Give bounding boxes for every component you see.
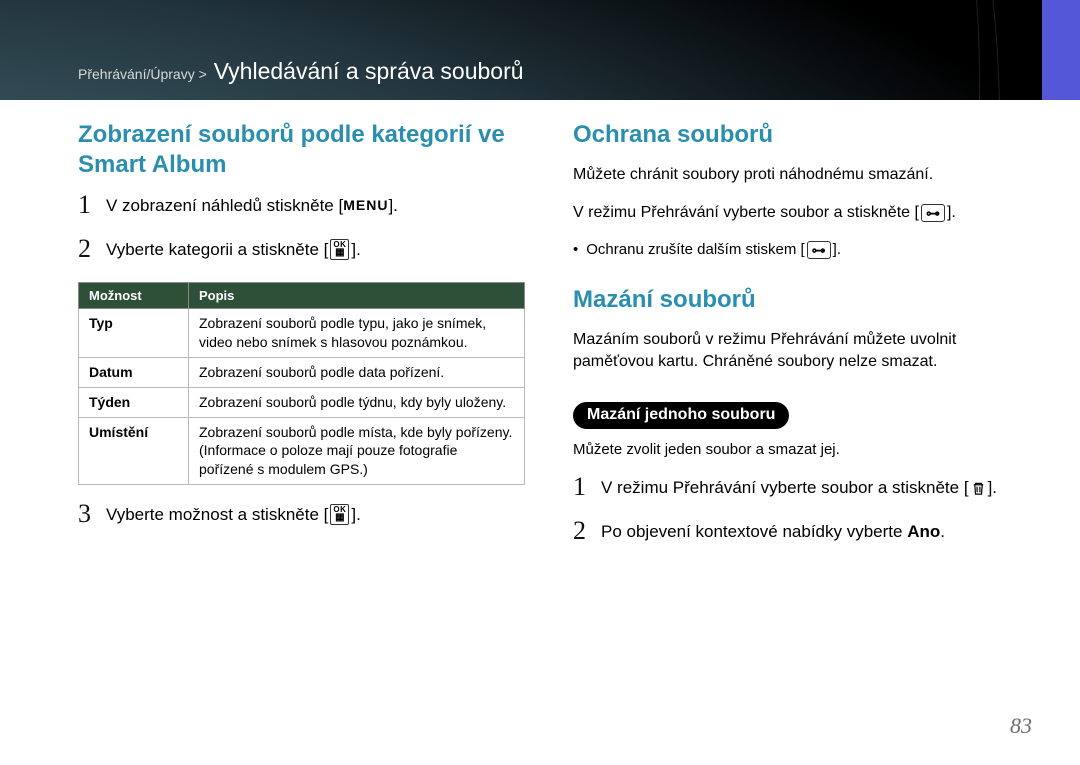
step-number: 3 [78, 501, 106, 527]
step-text: V režimu Přehrávání vyberte soubor a sti… [601, 476, 1020, 501]
step-number: 1 [573, 474, 601, 500]
step-number: 2 [78, 236, 106, 262]
table-header-row: Možnost Popis [79, 283, 525, 309]
key-lock-icon: ⊶ [807, 241, 831, 259]
opt-val: Zobrazení souborů podle místa, kde byly … [189, 417, 525, 485]
trash-icon [971, 481, 986, 496]
delete-description: Mazáním souborů v režimu Přehrávání může… [573, 329, 1020, 374]
step-number: 1 [78, 192, 106, 218]
opt-key: Týden [79, 387, 189, 417]
opt-val: Zobrazení souborů podle týdnu, kdy byly … [189, 387, 525, 417]
right-column: Ochrana souborů Můžete chránit soubory p… [573, 120, 1020, 564]
step-text: Po objevení kontextové nabídky vyberte A… [601, 520, 1020, 545]
options-table: Možnost Popis Typ Zobrazení souborů podl… [78, 282, 525, 485]
heading-smart-album: Zobrazení souborů podle kategorií ve Sma… [78, 120, 525, 180]
delete-step-1: 1 V režimu Přehrávání vyberte soubor a s… [573, 476, 1020, 502]
breadcrumb: Přehrávání/Úpravy > Vyhledávání a správa… [78, 58, 524, 85]
content: Zobrazení souborů podle kategorií ve Sma… [78, 120, 1020, 564]
step-text: V zobrazení náhledů stiskněte [MENU]. [106, 194, 525, 219]
left-column: Zobrazení souborů podle kategorií ve Sma… [78, 120, 525, 564]
ok-icon: OK▦ [330, 504, 349, 525]
step-1: 1 V zobrazení náhledů stiskněte [MENU]. [78, 194, 525, 220]
protect-description: Můžete chránit soubory proti náhodnému s… [573, 164, 1020, 186]
step-number: 2 [573, 518, 601, 544]
col-description: Popis [189, 283, 525, 309]
protect-bullet: Ochranu zrušíte dalším stiskem [⊶]. [573, 241, 1020, 259]
opt-key: Umístění [79, 417, 189, 485]
step-text: Vyberte možnost a stiskněte [OK▦]. [106, 503, 525, 528]
ok-icon: OK▦ [330, 239, 349, 260]
subheading-delete-one: Mazání jednoho souboru [573, 402, 789, 429]
protect-step: V režimu Přehrávání vyberte soubor a sti… [573, 202, 1020, 224]
table-row: Datum Zobrazení souborů podle data poříz… [79, 357, 525, 387]
breadcrumb-prefix: Přehrávání/Úpravy > [78, 66, 207, 82]
bullet-text: Ochranu zrušíte dalším stiskem [⊶]. [586, 241, 841, 259]
heading-delete: Mazání souborů [573, 285, 1020, 315]
menu-icon: MENU [343, 195, 388, 215]
opt-key: Datum [79, 357, 189, 387]
heading-protect: Ochrana souborů [573, 120, 1020, 150]
opt-val: Zobrazení souborů podle data pořízení. [189, 357, 525, 387]
delete-step-2: 2 Po objevení kontextové nabídky vyberte… [573, 520, 1020, 546]
page-title: Vyhledávání a správa souborů [214, 58, 524, 84]
delete-one-description: Můžete zvolit jeden soubor a smazat jej. [573, 439, 1020, 460]
page-number: 83 [1010, 713, 1032, 739]
table-row: Typ Zobrazení souborů podle typu, jako j… [79, 309, 525, 358]
step-2: 2 Vyberte kategorii a stiskněte [OK▦]. [78, 238, 525, 264]
col-option: Možnost [79, 283, 189, 309]
table-row: Umístění Zobrazení souborů podle místa, … [79, 417, 525, 485]
key-lock-icon: ⊶ [921, 204, 945, 222]
opt-val: Zobrazení souborů podle typu, jako je sn… [189, 309, 525, 358]
table-row: Týden Zobrazení souborů podle týdnu, kdy… [79, 387, 525, 417]
header-accent [1042, 0, 1080, 100]
opt-key: Typ [79, 309, 189, 358]
decorative-arc [0, 0, 980, 100]
step-text: Vyberte kategorii a stiskněte [OK▦]. [106, 238, 525, 263]
header-band: Přehrávání/Úpravy > Vyhledávání a správa… [0, 0, 1080, 100]
step-3: 3 Vyberte možnost a stiskněte [OK▦]. [78, 503, 525, 529]
